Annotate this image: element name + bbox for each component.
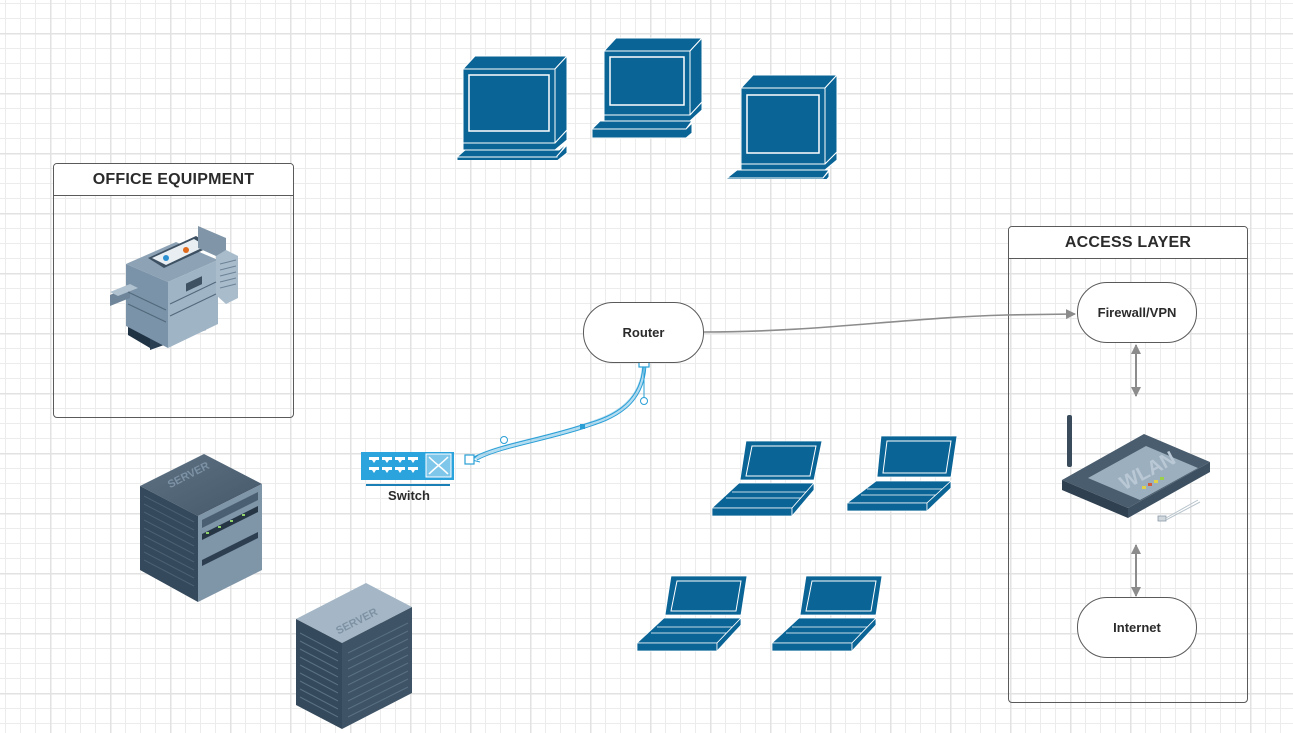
wireless-router-icon[interactable]: WLAN: [1058, 412, 1218, 532]
connector-router-switch[interactable]: [464, 356, 650, 465]
laptop-icon[interactable]: [845, 433, 960, 513]
firewall-label: Firewall/VPN: [1097, 305, 1177, 320]
printer-copier-icon[interactable]: [108, 220, 243, 375]
connector-router-firewall[interactable]: [703, 309, 1076, 333]
internet-label: Internet: [1113, 620, 1161, 635]
firewall-vpn-node[interactable]: Firewall/VPN: [1077, 282, 1197, 343]
endpoint-handle-icon[interactable]: [464, 454, 475, 465]
router-node[interactable]: Router: [583, 302, 704, 363]
curve-handle-icon[interactable]: [640, 397, 648, 405]
desktop-computer-icon[interactable]: [725, 74, 840, 179]
laptop-icon[interactable]: [770, 573, 885, 653]
midpoint-handle-icon[interactable]: [580, 424, 585, 429]
desktop-computer-icon[interactable]: [590, 37, 705, 142]
router-label: Router: [622, 325, 665, 340]
curve-handle-icon[interactable]: [500, 436, 508, 444]
network-switch-icon[interactable]: [361, 452, 456, 488]
server-tower-icon[interactable]: SERVER: [292, 577, 417, 732]
switch-label: Switch: [388, 488, 430, 503]
laptop-icon[interactable]: [710, 438, 825, 518]
server-rack-icon[interactable]: SERVER: [138, 452, 264, 604]
desktop-computer-icon[interactable]: [455, 55, 570, 160]
internet-node[interactable]: Internet: [1077, 597, 1197, 658]
laptop-icon[interactable]: [635, 573, 750, 653]
